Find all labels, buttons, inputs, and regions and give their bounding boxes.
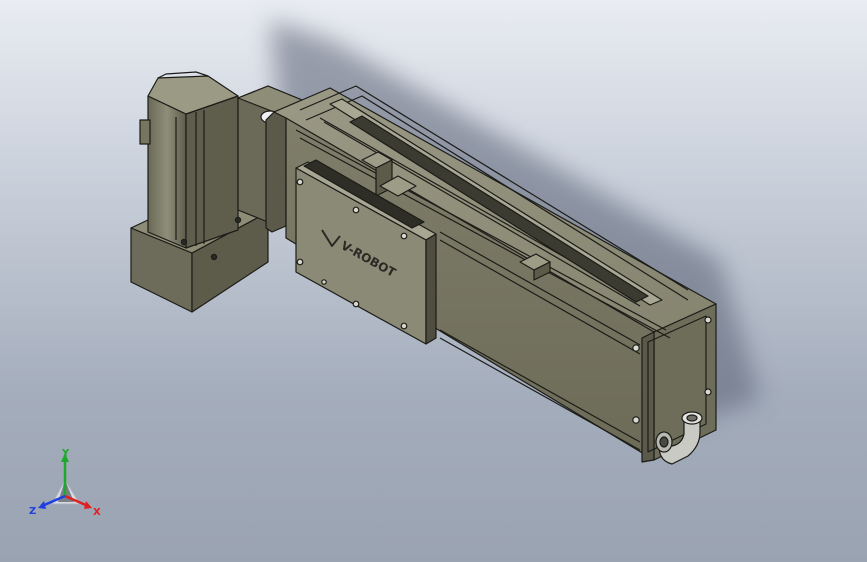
model-viewport[interactable]: V-ROBOT Y X Z xyxy=(0,0,867,562)
x-axis-label: X xyxy=(93,507,101,518)
y-axis-label: Y xyxy=(61,448,70,459)
z-axis-label: Z xyxy=(29,506,36,517)
x-axis-arrowhead xyxy=(84,501,92,509)
view-orientation-triad[interactable]: Y X Z xyxy=(22,446,108,522)
linear-actuator-model[interactable]: V-ROBOT xyxy=(0,0,867,562)
z-axis-arrowhead xyxy=(38,501,46,509)
